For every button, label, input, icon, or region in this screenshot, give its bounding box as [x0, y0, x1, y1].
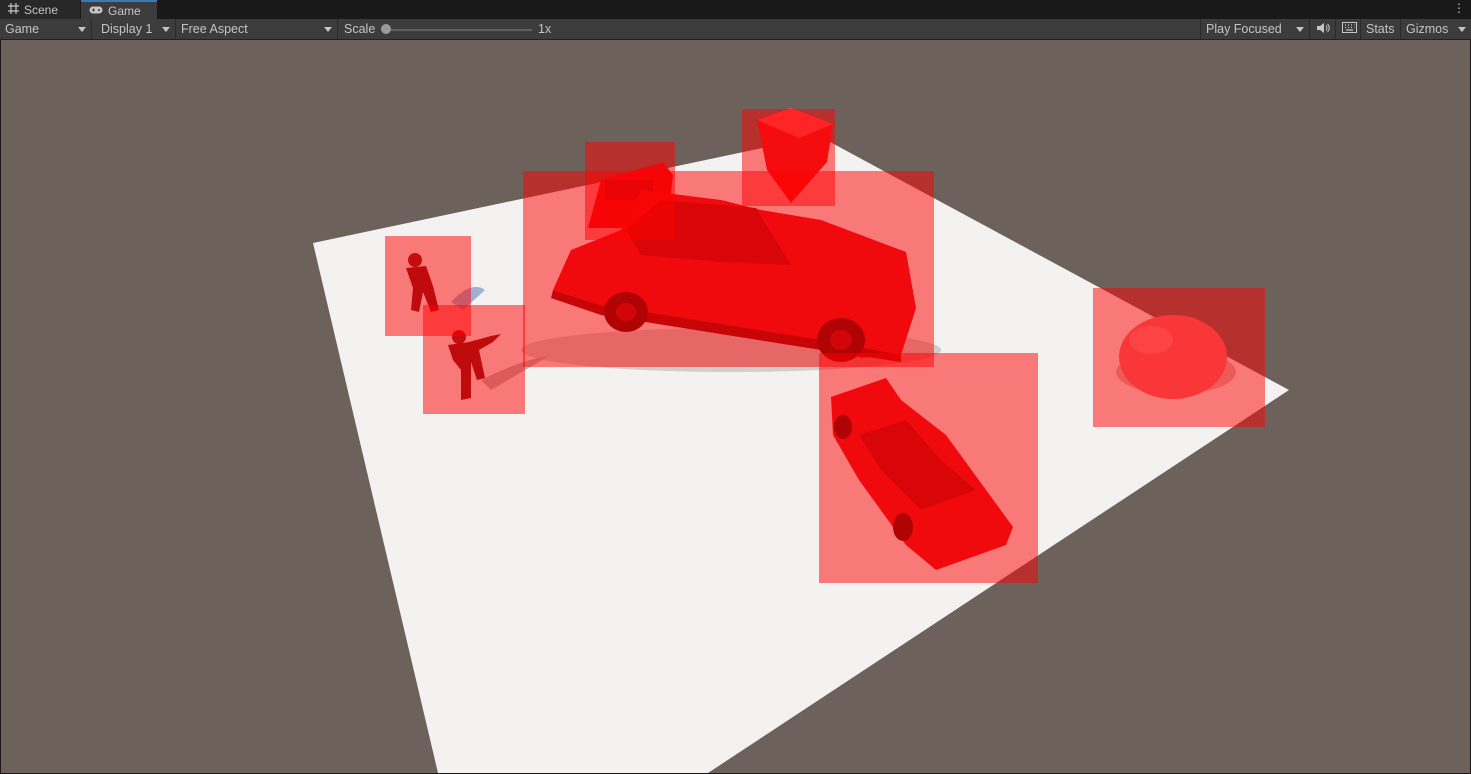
tab-game-label: Game: [108, 3, 141, 18]
stats-button[interactable]: Stats: [1361, 19, 1401, 39]
detection-box: [742, 109, 835, 206]
tab-scene[interactable]: Scene: [0, 0, 80, 19]
chevron-down-icon: [1458, 27, 1466, 32]
detection-box: [523, 171, 934, 367]
scale-label: Scale: [344, 22, 376, 36]
play-mode-dropdown[interactable]: Play Focused: [1200, 19, 1310, 39]
tab-scene-label: Scene: [24, 2, 59, 17]
gamepad-icon: [89, 4, 103, 18]
view-mode-label: Game: [5, 22, 40, 36]
game-toolbar: Game Display 1 Free Aspect Scale 1x Play…: [0, 19, 1471, 40]
aspect-label: Free Aspect: [181, 22, 248, 36]
game-viewport[interactable]: [1, 40, 1470, 773]
chevron-down-icon: [324, 27, 332, 32]
play-mode-label: Play Focused: [1206, 22, 1282, 36]
detection-box: [585, 142, 675, 240]
keyboard-shortcuts-button[interactable]: [1337, 19, 1361, 39]
tab-game[interactable]: Game: [81, 0, 157, 19]
grid-icon: [8, 2, 19, 17]
display-dropdown[interactable]: Display 1: [96, 19, 176, 39]
detection-box: [1093, 288, 1265, 427]
tab-bar: Scene Game ⋮: [0, 0, 1471, 19]
aspect-dropdown[interactable]: Free Aspect: [176, 19, 338, 39]
chevron-down-icon: [1296, 27, 1304, 32]
view-mode-dropdown[interactable]: Game: [0, 19, 92, 39]
speaker-icon: [1316, 22, 1330, 37]
detection-box: [819, 353, 1038, 583]
kebab-menu-icon[interactable]: ⋮: [1453, 2, 1465, 14]
display-label: Display 1: [101, 22, 153, 36]
scale-value: 1x: [538, 22, 552, 36]
gizmos-label: Gizmos: [1406, 22, 1449, 36]
mute-audio-button[interactable]: [1311, 19, 1336, 39]
scale-slider-handle[interactable]: [381, 24, 391, 34]
chevron-down-icon: [162, 27, 170, 32]
gizmos-dropdown[interactable]: Gizmos: [1401, 19, 1471, 39]
detection-box: [423, 305, 525, 414]
scene-render: [313, 108, 1289, 773]
scale-slider-track[interactable]: [386, 29, 532, 31]
keyboard-icon: [1342, 22, 1357, 36]
chevron-down-icon: [78, 27, 86, 32]
